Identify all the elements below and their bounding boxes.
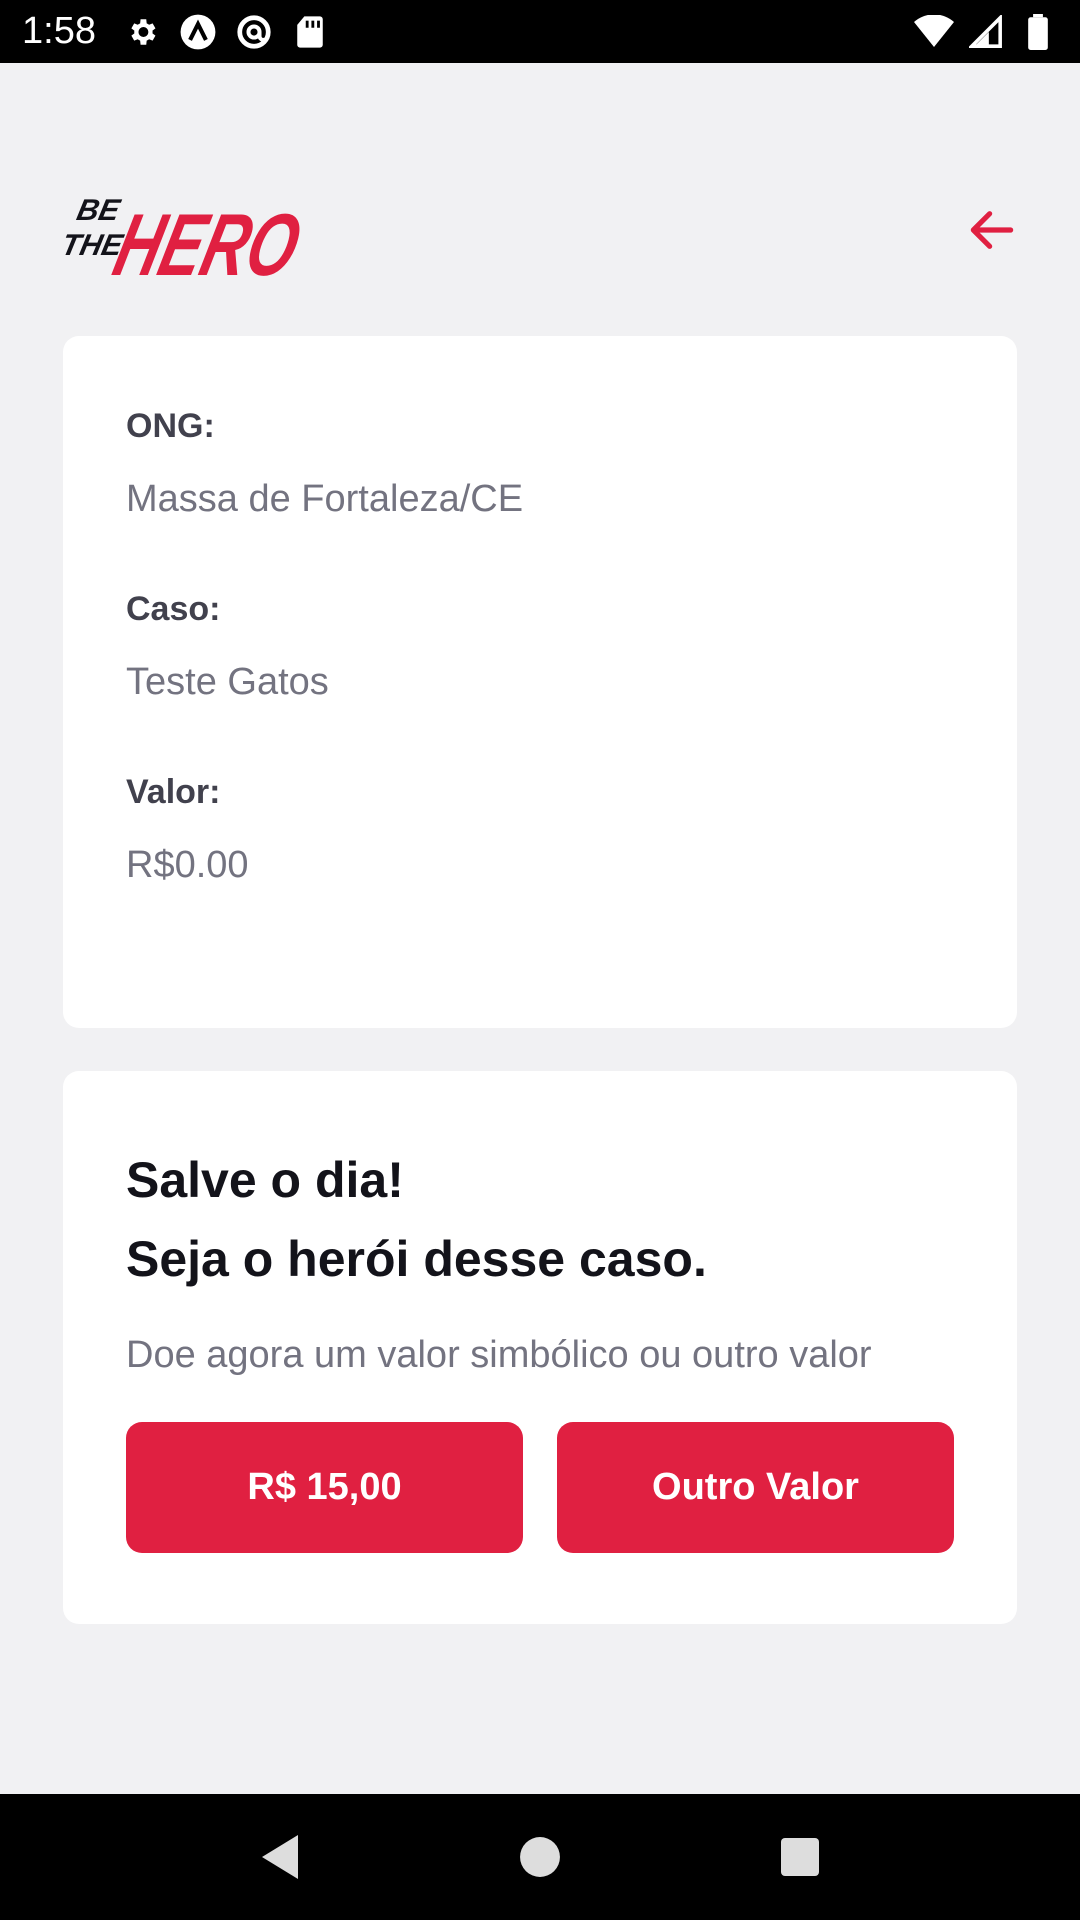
nav-recents-button[interactable] [760, 1817, 840, 1897]
cell-signal-icon [966, 12, 1006, 52]
screen: 1:58 BE THE HERO ONG: Massa de Fortaleza… [0, 0, 1080, 1920]
header: BE THE HERO [63, 175, 1018, 285]
hero-title-line-1: Salve o dia! [126, 1152, 404, 1208]
sd-card-icon [290, 12, 330, 52]
donate-15-button[interactable]: R$ 15,00 [126, 1422, 523, 1553]
nav-home-button[interactable] [500, 1817, 580, 1897]
case-value: Teste Gatos [126, 661, 329, 703]
navigation-bar [0, 1794, 1080, 1920]
at-sign-icon [234, 12, 274, 52]
value-field: Valor: R$0.00 [126, 772, 954, 887]
donation-actions: R$ 15,00 Outro Valor [126, 1422, 954, 1553]
status-icons-left [122, 12, 330, 52]
status-icons-right [914, 12, 1058, 52]
battery-icon [1018, 12, 1058, 52]
value-value: R$0.00 [126, 844, 249, 886]
settings-icon [122, 12, 162, 52]
ong-field: ONG: Massa de Fortaleza/CE [126, 406, 954, 521]
case-label: Caso: [126, 590, 221, 628]
case-field: Caso: Teste Gatos [126, 589, 954, 704]
svg-text:BE: BE [74, 194, 123, 227]
ong-value: Massa de Fortaleza/CE [126, 478, 524, 520]
incident-card: ONG: Massa de Fortaleza/CE Caso: Teste G… [63, 336, 1017, 1028]
hero-description: Doe agora um valor simbólico ou outro va… [126, 1334, 872, 1376]
nav-back-button[interactable] [240, 1817, 320, 1897]
hero-title-line-2: Seja o herói desse caso. [126, 1231, 707, 1287]
value-label: Valor: [126, 773, 221, 811]
be-the-hero-logo: BE THE HERO [63, 194, 310, 285]
arrow-left-icon [970, 211, 1014, 249]
contact-card: Salve o dia! Seja o herói desse caso. Do… [63, 1071, 1017, 1624]
recents-square-icon [781, 1838, 819, 1876]
app-a-icon [178, 12, 218, 52]
status-time: 1:58 [22, 10, 96, 52]
home-circle-icon [520, 1837, 560, 1877]
wifi-icon [914, 12, 954, 52]
svg-text:HERO: HERO [105, 195, 310, 285]
ong-label: ONG: [126, 407, 215, 445]
back-triangle-icon [262, 1835, 298, 1879]
other-value-button[interactable]: Outro Valor [557, 1422, 954, 1553]
back-button[interactable] [960, 198, 1024, 262]
status-bar: 1:58 [0, 0, 1080, 63]
